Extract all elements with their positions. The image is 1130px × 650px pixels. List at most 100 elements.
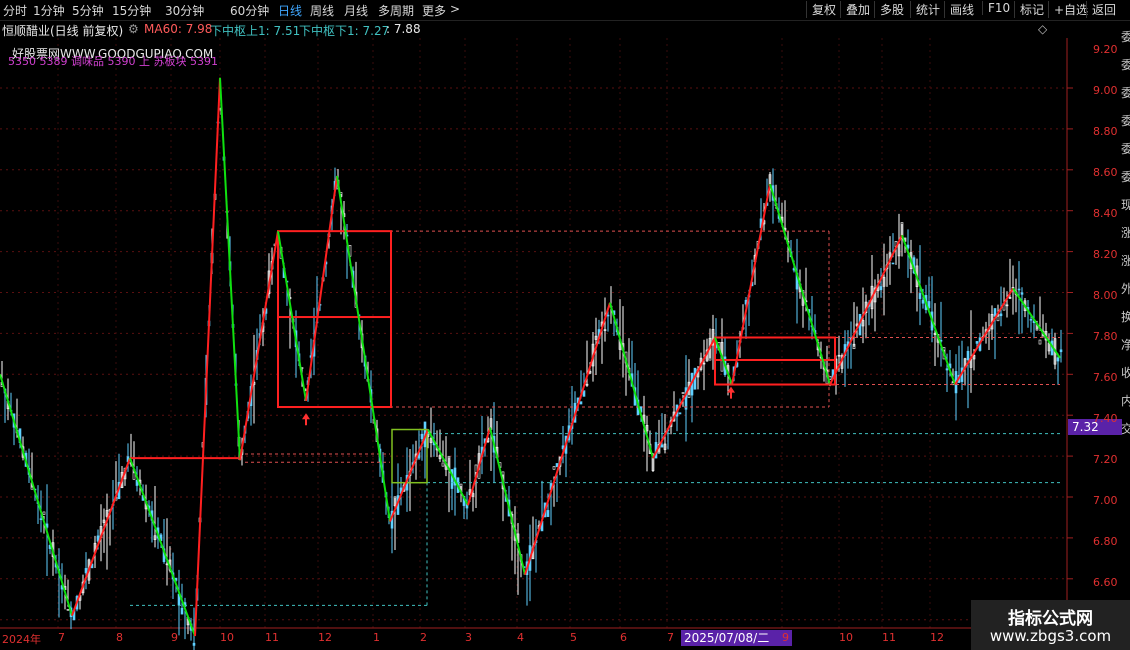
diamond-icon[interactable]: ◇ [1038, 22, 1047, 36]
month-label: 12 [930, 631, 944, 644]
month-label: 11 [882, 631, 896, 644]
period-tab-1[interactable]: 1分钟 [33, 2, 65, 19]
candle-body [891, 262, 895, 265]
side-panel-glyph: 换 [1121, 310, 1130, 324]
price-tick-label: 9.00 [1093, 84, 1118, 97]
toolbar-button-5[interactable]: F10 [982, 1, 1010, 15]
toolbar-button-6[interactable]: 标记 [1014, 1, 1044, 18]
side-panel-glyph: 委 [1121, 30, 1130, 44]
zigzag-down-stroke [0, 374, 73, 616]
candle-body [1059, 349, 1063, 353]
zigzag-down-stroke [427, 429, 469, 506]
stock-title[interactable]: 恒顺醋业(日线 前复权) [2, 22, 123, 39]
month-label: 7 [667, 631, 674, 644]
candle-body [660, 444, 664, 448]
period-tab-9[interactable]: 多周期 [378, 2, 414, 19]
settings-icon[interactable]: ⚙ [128, 22, 139, 36]
side-panel-glyph: 涨 [1121, 254, 1130, 268]
buy-arrow-icon [302, 413, 310, 426]
zigzag-down-stroke [129, 457, 196, 637]
period-tab-5[interactable]: 60分钟 [230, 2, 269, 19]
toolbar-button-0[interactable]: 复权 [806, 1, 836, 18]
toolbar-button-3[interactable]: 统计 [910, 1, 940, 18]
candle-body [66, 609, 70, 611]
zigzag-up-stroke [305, 175, 338, 402]
side-panel-glyph: 外 [1121, 282, 1130, 296]
zigzag-down-stroke [1012, 287, 1061, 359]
period-tab-7[interactable]: 周线 [310, 2, 334, 19]
candle-body [39, 518, 43, 520]
period-tab-10[interactable]: 更多 [422, 2, 446, 19]
zigzag-up-stroke [829, 234, 903, 385]
period-tab-3[interactable]: 15分钟 [112, 2, 151, 19]
zigzag-down-stroke [336, 175, 391, 522]
candle-body [879, 286, 883, 291]
candle-body [921, 299, 925, 304]
month-label: 4 [517, 631, 524, 644]
toolbar-button-4[interactable]: 画线 [944, 1, 974, 18]
month-label: 12 [318, 631, 332, 644]
zigzag-down-stroke [714, 337, 733, 385]
price-tick-label: 7.00 [1093, 494, 1118, 507]
candle-body [555, 463, 559, 468]
side-panel-glyph: 委 [1121, 58, 1130, 72]
candle-body [192, 642, 196, 646]
zigzag-down-stroke [609, 302, 654, 459]
zigzag-up-stroke [467, 427, 491, 506]
side-panel-glyph: 委 [1121, 86, 1130, 100]
month-label: 6 [620, 631, 627, 644]
ma60-value: MA60: 7.98 [144, 22, 213, 36]
candle-body [84, 568, 88, 574]
watermark-codes: 5350 5389 调味品 5390 上 苏板块 5391 [8, 55, 218, 68]
toolbar-button-8[interactable]: 返回 [1086, 1, 1116, 18]
candle-body [552, 466, 556, 470]
zigzag-up-stroke [652, 337, 716, 459]
candle-body [945, 368, 949, 371]
pivot-center-box [277, 230, 392, 409]
zigzag-up-stroke [194, 77, 221, 637]
toolbar-button-7[interactable]: +自选 [1048, 1, 1088, 18]
zigzag-up-stroke [731, 183, 771, 385]
more-arrow-icon[interactable]: > [450, 2, 460, 16]
candle-body [999, 313, 1003, 317]
year-label: 2024年 [2, 633, 41, 646]
price-tick-label: 6.60 [1093, 576, 1118, 589]
period-tab-4[interactable]: 30分钟 [165, 2, 204, 19]
price-tick-label: 7.40 [1093, 412, 1118, 425]
price-tick-label: 8.40 [1093, 207, 1118, 220]
toolbar-button-2[interactable]: 多股 [874, 1, 904, 18]
price-tick-label: 8.60 [1093, 166, 1118, 179]
month-label: 1 [373, 631, 380, 644]
period-tab-8[interactable]: 月线 [344, 2, 368, 19]
zigzag-up-stroke [389, 429, 429, 522]
price-tick-label: 7.60 [1093, 371, 1118, 384]
month-label: 5 [570, 631, 577, 644]
month-label: 9 [171, 631, 178, 644]
price-tick-label: 7.20 [1093, 453, 1118, 466]
period-tab-0[interactable]: 分时 [3, 2, 27, 19]
indicator-info-bar: 恒顺醋业(日线 前复权) ⚙ MA60: 7.98 下中枢上1: 7.51 下中… [0, 20, 1130, 38]
side-panel-glyph: 内 [1121, 394, 1130, 408]
site-badge: 指标公式网 www.zbgs3.com [971, 600, 1130, 650]
price-tick-label: 8.20 [1093, 248, 1118, 261]
zigzag-up-stroke [954, 287, 1014, 386]
candle-body [606, 314, 610, 317]
candle-body [42, 511, 46, 515]
center-lower-value: 下中枢下1: 7.27 [299, 24, 390, 38]
candle-body [441, 462, 445, 467]
candlestick-group [0, 92, 1063, 650]
period-toolbar: 分时 1分钟 5分钟 15分钟 30分钟 60分钟 日线 周线 月线 多周期 更多 > 复权 叠加 多股 统计… [0, 0, 1130, 21]
price-tick-label: 8.00 [1093, 289, 1118, 302]
candle-body [180, 607, 184, 615]
kline-chart[interactable] [0, 38, 1130, 650]
period-tab-6[interactable]: 日线 [278, 2, 302, 19]
month-label: 10 [220, 631, 234, 644]
zigzag-up-stroke [524, 302, 611, 576]
candle-body [1029, 318, 1033, 321]
period-tab-2[interactable]: 5分钟 [72, 2, 104, 19]
zigzag-down-stroke [901, 234, 956, 385]
candle-body [1017, 288, 1021, 291]
side-panel-glyph: 现 [1121, 198, 1130, 212]
side-panel-glyph: 交 [1121, 422, 1130, 436]
toolbar-button-1[interactable]: 叠加 [840, 1, 870, 18]
